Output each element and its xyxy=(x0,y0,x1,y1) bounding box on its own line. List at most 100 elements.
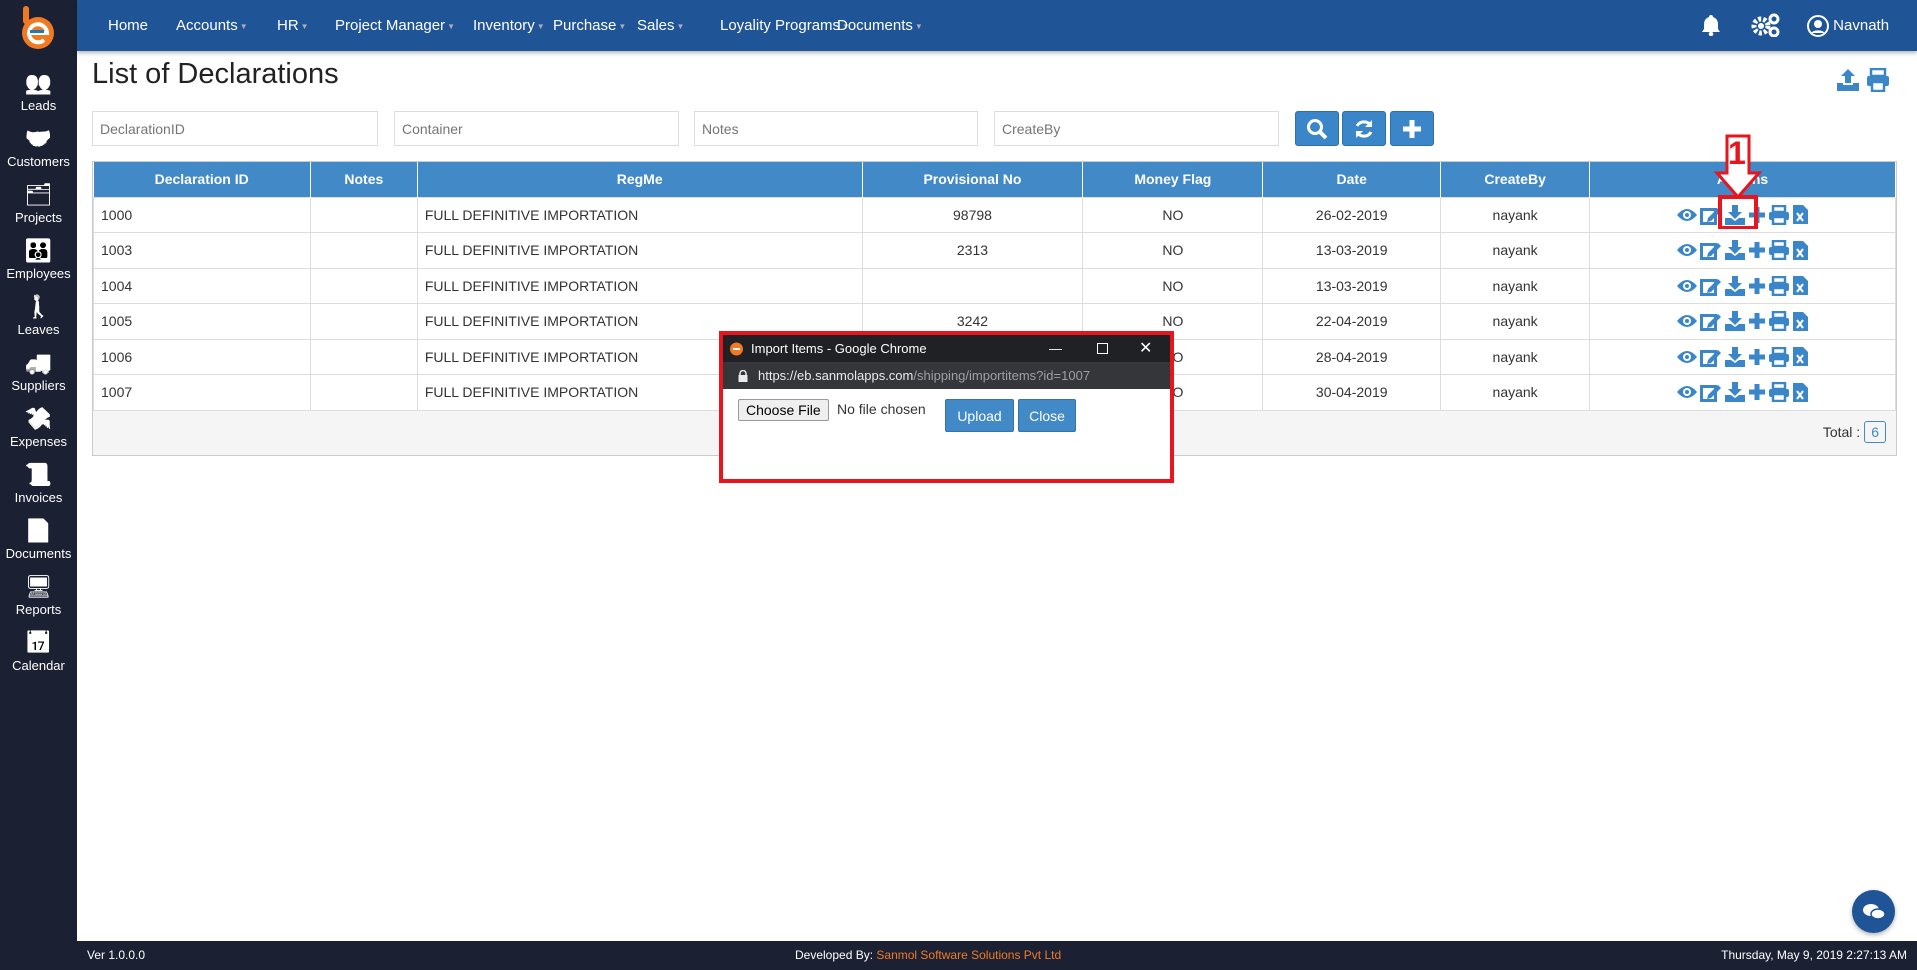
column-header: Money Flag xyxy=(1082,162,1264,197)
cell-notes xyxy=(309,303,418,340)
page-title: List of Declarations xyxy=(92,58,339,90)
nav-label: Home xyxy=(108,17,149,34)
user-menu[interactable]: Navnath xyxy=(1807,0,1889,51)
maximize-button[interactable] xyxy=(1097,343,1108,354)
sidebar-item-reports[interactable]: 🖥 Reports xyxy=(0,574,77,617)
import-icon[interactable] xyxy=(1723,240,1747,261)
view-icon[interactable] xyxy=(1675,347,1699,363)
container-filter[interactable] xyxy=(394,111,679,146)
upload-icon[interactable] xyxy=(1836,68,1860,92)
reports-icon: 🖥 xyxy=(24,574,53,599)
nav-label: Purchase xyxy=(553,17,617,34)
view-icon[interactable] xyxy=(1675,383,1699,399)
add-button[interactable] xyxy=(1390,111,1434,146)
excel-icon[interactable] xyxy=(1791,347,1810,367)
sidebar-item-customers[interactable]: 🤝 Customers xyxy=(0,126,77,169)
close-window-button[interactable]: ✕ xyxy=(1139,335,1152,362)
table-row: 1004 FULL DEFINITIVE IMPORTATION NO 13-03-2… xyxy=(93,267,1896,304)
add-icon[interactable] xyxy=(1747,276,1767,294)
settings-gears-icon[interactable] xyxy=(1751,13,1781,37)
app-logo[interactable] xyxy=(17,6,57,50)
import-icon[interactable] xyxy=(1723,311,1747,332)
print-icon[interactable] xyxy=(1767,275,1791,296)
cell-money-flag: NO xyxy=(1082,196,1264,233)
sidebar-item-label: Leaves xyxy=(17,322,60,337)
edit-icon[interactable] xyxy=(1699,347,1723,367)
create-by-filter[interactable] xyxy=(994,111,1279,146)
sidebar-item-calendar[interactable]: 📅 Calendar xyxy=(0,630,77,673)
column-header: CreateBy xyxy=(1440,162,1591,197)
print-icon[interactable] xyxy=(1767,240,1791,261)
url-host: https://eb.sanmolapps.com xyxy=(758,368,914,383)
import-items-popup: Import Items - Google Chrome — ✕ https:/… xyxy=(719,331,1174,483)
view-icon[interactable] xyxy=(1675,205,1699,221)
nav-home[interactable]: Home xyxy=(108,0,148,51)
sidebar-item-leads[interactable]: 👥 Leads xyxy=(0,70,77,113)
add-icon[interactable] xyxy=(1747,383,1767,401)
import-icon[interactable] xyxy=(1723,275,1747,296)
print-icon[interactable] xyxy=(1767,311,1791,332)
view-icon[interactable] xyxy=(1675,276,1699,292)
view-icon[interactable] xyxy=(1675,241,1699,257)
sidebar-item-documents[interactable]: 📄 Documents xyxy=(0,518,77,561)
excel-icon[interactable] xyxy=(1791,276,1810,296)
excel-icon[interactable] xyxy=(1791,240,1810,260)
choose-file-button[interactable]: Choose File xyxy=(738,399,829,421)
caret-down-icon: ▼ xyxy=(676,21,685,31)
nav-sales[interactable]: Sales ▼ xyxy=(637,0,684,51)
edit-icon[interactable] xyxy=(1699,241,1723,261)
nav-label: Sales xyxy=(637,17,675,34)
refresh-button[interactable] xyxy=(1342,111,1386,146)
developed-by-label: Developed By: xyxy=(795,948,874,962)
nav-inventory[interactable]: Inventory ▼ xyxy=(473,0,545,51)
leaves-icon: 🚶 xyxy=(24,294,53,319)
notes-filter[interactable] xyxy=(694,111,978,146)
import-icon[interactable] xyxy=(1723,382,1747,403)
sidebar-item-suppliers[interactable]: 🚚 Suppliers xyxy=(0,350,77,393)
company-link[interactable]: Sanmol Software Solutions Pvt Ltd xyxy=(876,948,1061,962)
cell-date: 22-04-2019 xyxy=(1262,303,1442,340)
nav-loyality-programs[interactable]: Loyality Programs ▼ xyxy=(720,0,850,51)
add-icon[interactable] xyxy=(1747,312,1767,330)
import-icon[interactable] xyxy=(1723,346,1747,367)
cell-regme: FULL DEFINITIVE IMPORTATION xyxy=(416,267,863,304)
cell-declaration-id: 1004 xyxy=(93,267,311,304)
print-icon[interactable] xyxy=(1767,204,1791,225)
sidebar-item-leaves[interactable]: 🚶 Leaves xyxy=(0,294,77,337)
declaration-id-filter[interactable] xyxy=(92,111,378,146)
sidebar-item-employees[interactable]: 👪 Employees xyxy=(0,238,77,281)
bell-icon[interactable] xyxy=(1701,14,1721,36)
table-row: 1003 FULL DEFINITIVE IMPORTATION 2313 NO 13-… xyxy=(93,232,1896,269)
sidebar-item-projects[interactable]: 🗂 Projects xyxy=(0,182,77,225)
sidebar-item-invoices[interactable]: 📜 Invoices xyxy=(0,462,77,505)
leads-icon: 👥 xyxy=(24,70,53,95)
nav-label: Accounts xyxy=(176,17,238,34)
row-actions xyxy=(1589,267,1896,304)
nav-purchase[interactable]: Purchase ▼ xyxy=(553,0,626,51)
nav-documents[interactable]: Documents ▼ xyxy=(837,0,923,51)
close-button[interactable]: Close xyxy=(1018,399,1076,432)
print-icon[interactable] xyxy=(1767,382,1791,403)
sidebar-item-expenses[interactable]: 💸 Expenses xyxy=(0,406,77,449)
search-button[interactable] xyxy=(1295,111,1339,146)
edit-icon[interactable] xyxy=(1699,312,1723,332)
print-icon[interactable] xyxy=(1767,346,1791,367)
minimize-button[interactable]: — xyxy=(1049,335,1062,362)
view-icon[interactable] xyxy=(1675,312,1699,328)
nav-hr[interactable]: HR ▼ xyxy=(277,0,309,51)
add-icon[interactable] xyxy=(1747,241,1767,259)
excel-icon[interactable] xyxy=(1791,311,1810,331)
nav-project-manager[interactable]: Project Manager ▼ xyxy=(335,0,455,51)
excel-icon[interactable] xyxy=(1791,205,1810,225)
edit-icon[interactable] xyxy=(1699,276,1723,296)
add-icon[interactable] xyxy=(1747,347,1767,365)
datetime: Thursday, May 9, 2019 2:27:13 AM xyxy=(1721,948,1907,962)
cell-createby: nayank xyxy=(1440,196,1591,233)
edit-icon[interactable] xyxy=(1699,383,1723,403)
upload-button[interactable]: Upload xyxy=(945,399,1014,432)
cell-date: 26-02-2019 xyxy=(1262,196,1442,233)
nav-accounts[interactable]: Accounts ▼ xyxy=(176,0,248,51)
excel-icon[interactable] xyxy=(1791,382,1810,402)
chat-button[interactable] xyxy=(1852,890,1895,933)
print-icon[interactable] xyxy=(1866,68,1890,92)
